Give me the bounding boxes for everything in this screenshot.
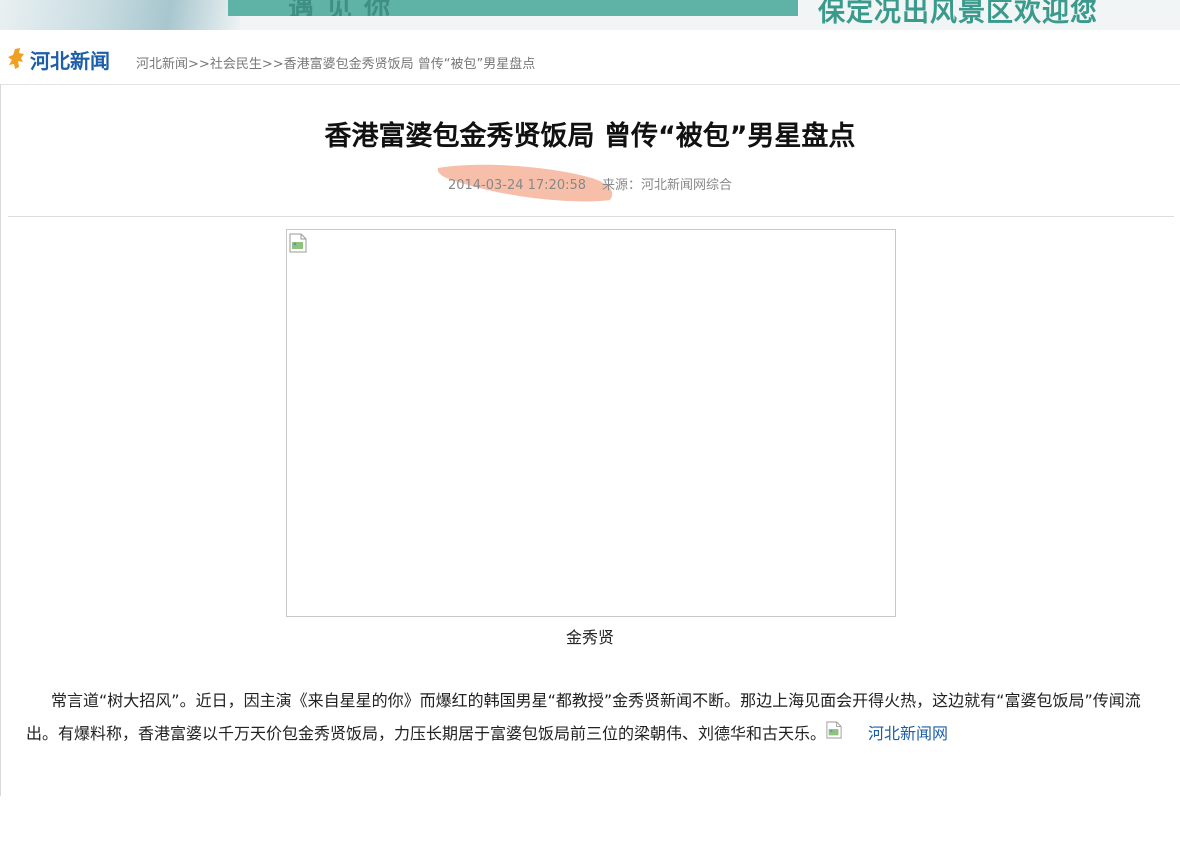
article-image <box>286 229 896 617</box>
banner-left-text: 遇见你 <box>288 0 403 16</box>
hebei-map-icon <box>8 48 24 69</box>
article-paragraph: 常言道“树大招风”。近日，因主演《来自星星的你》而爆红的韩国男星“都教授”金秀贤… <box>26 684 1160 750</box>
site-logo[interactable]: 河北新闻 <box>6 44 110 74</box>
breadcrumb: 河北新闻>>社会民生>>香港富婆包金秀贤饭局 曾传“被包”男星盘点 <box>136 53 535 72</box>
breadcrumb-separator: >> <box>188 57 210 72</box>
publish-datetime: 2014-03-24 17:20:58 <box>447 178 587 193</box>
broken-image-icon <box>289 233 307 253</box>
header-divider <box>8 216 1174 217</box>
breadcrumb-separator: >> <box>261 57 284 72</box>
article-body: 常言道“树大招风”。近日，因主演《来自星星的你》而爆红的韩国男星“都教授”金秀贤… <box>26 684 1160 750</box>
breadcrumb-home-link[interactable]: 河北新闻 <box>136 57 188 72</box>
image-caption: 金秀贤 <box>565 628 614 647</box>
article-meta: 2014-03-24 17:20:58 来源：河北新闻网综合 <box>0 174 1180 193</box>
source-label: 来源： <box>602 178 642 193</box>
breadcrumb-section-link[interactable]: 社会民生 <box>210 57 262 72</box>
inline-image-alt: 河北新闻网 <box>868 724 949 743</box>
inline-image-link[interactable]: 河北新闻网 <box>826 717 948 750</box>
source-name: 河北新闻网综合 <box>641 178 733 193</box>
breadcrumb-current: 香港富婆包金秀贤饭局 曾传“被包”男星盘点 <box>283 57 536 72</box>
paragraph-text: 常言道“树大招风”。近日，因主演《来自星星的你》而爆红的韩国男星“都教授”金秀贤… <box>26 691 1141 743</box>
banner-teal-strip: 遇见你 <box>228 0 798 16</box>
banner-wave-graphic <box>0 0 240 30</box>
broken-image-icon <box>826 721 842 739</box>
article-title: 香港富婆包金秀贤饭局 曾传“被包”男星盘点 <box>324 121 856 152</box>
site-header: 河北新闻 河北新闻>>社会民生>>香港富婆包金秀贤饭局 曾传“被包”男星盘点 <box>0 30 1180 85</box>
banner-slogan: 保定况出风景区欢迎您 <box>818 0 1098 28</box>
top-banner[interactable]: 遇见你 保定况出风景区欢迎您 <box>0 0 1180 30</box>
logo-text: 河北新闻 <box>30 48 110 73</box>
